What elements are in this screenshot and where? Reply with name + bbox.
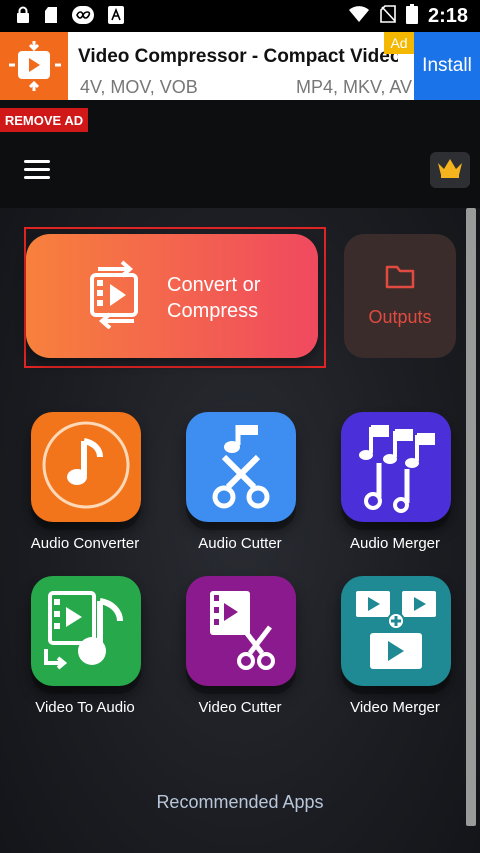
audio-cutter-button[interactable] [186,412,296,522]
status-left-icons [16,6,124,29]
convert-label-line2: Compress [167,300,259,322]
scissors-music-icon [196,417,286,518]
video-to-audio-button[interactable] [31,576,141,686]
video-cutter-button[interactable] [186,576,296,686]
audio-converter-label: Audio Converter [30,535,140,552]
convert-video-icon [84,259,148,334]
film-scissors-icon [196,581,286,682]
ad-badge: Ad [384,32,414,54]
audio-merger-button[interactable] [341,412,451,522]
film-to-music-icon [38,581,134,682]
lock-icon [16,6,30,29]
menu-icon[interactable] [24,160,50,180]
convert-label-line1: Convert or [167,274,261,296]
video-merger-label: Video Merger [350,699,440,716]
install-button[interactable]: Install [414,32,480,100]
font-icon [108,6,124,29]
ad-title[interactable]: Video Compressor - Compact Video(… [78,46,398,68]
film-merge-icon [348,581,444,682]
battery-icon [405,3,418,29]
status-bar: 2:18 [0,0,480,32]
ad-subtitle-left: 4V, MOV, VOB [80,77,198,97]
recommended-apps-heading: Recommended Apps [156,792,324,812]
no-sim-icon [380,4,396,28]
outputs-button[interactable]: Outputs [344,234,456,358]
ad-subtitle-right: MP4, MKV, AVI [296,77,412,97]
premium-crown-button[interactable] [430,152,470,188]
crown-icon [435,157,465,184]
audio-converter-button[interactable] [31,412,141,522]
ad-app-icon[interactable] [0,32,68,100]
convert-compress-button[interactable]: Convert or Compress [26,234,318,358]
audio-merger-label: Audio Merger [349,535,441,552]
app-main: REMOVE AD Convert or Compress Outputs Au… [0,100,480,853]
convert-label: Convert or Compress [167,272,307,324]
scrollbar[interactable] [466,208,476,826]
music-note-icon [38,417,134,518]
video-merger-button[interactable] [341,576,451,686]
status-right-icons: 2:18 [348,0,468,32]
folder-icon [384,262,416,295]
video-to-audio-label: Video To Audio [35,699,135,716]
ad-banner[interactable]: Video Compressor - Compact Video(… 4V, M… [0,32,480,100]
video-cutter-label: Video Cutter [198,699,282,716]
multi-music-note-icon [351,417,441,518]
clock: 2:18 [427,4,468,27]
audio-cutter-label: Audio Cutter [198,535,282,552]
infinity-app-icon [72,6,94,29]
wifi-icon [348,5,370,28]
outputs-label: Outputs [368,307,432,327]
remove-ad-button[interactable]: REMOVE AD [0,108,88,132]
sd-card-icon [44,6,58,29]
